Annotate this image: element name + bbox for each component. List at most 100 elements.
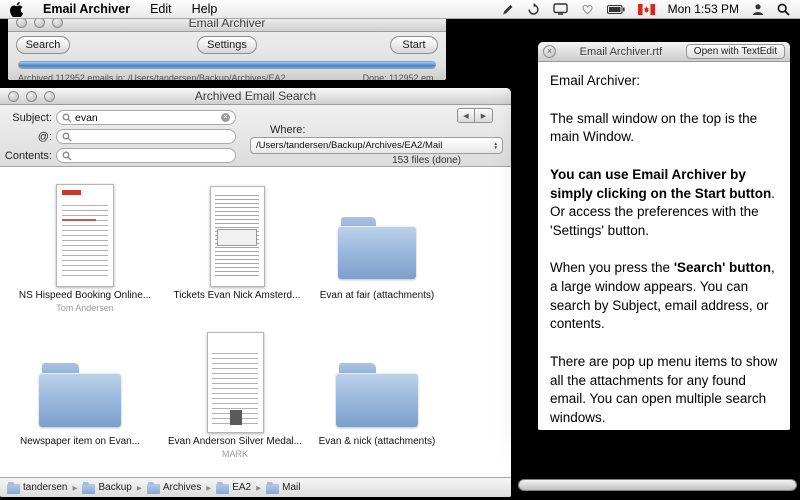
path-item[interactable]: tandersen (7, 482, 67, 494)
rtf-paragraph: There are pop up menu items to show all … (550, 353, 778, 428)
battery-icon[interactable] (607, 5, 625, 14)
window-archived-email-search: Archived Email Search Subject: × @: Cont… (0, 88, 511, 497)
file-name: NS Hispeed Booking Online... (19, 290, 151, 302)
window-email-archiver-rtf: × Email Archiver.rtf Open with TextEdit … (538, 42, 790, 430)
path-name: Mail (282, 482, 300, 493)
folder-icon (147, 484, 160, 494)
chevron-right-icon: ▶ (72, 484, 77, 492)
file-name: Evan & nick (attachments) (319, 436, 436, 448)
horizontal-scrollbar[interactable] (518, 479, 797, 491)
search-results-icon-view: NS Hispeed Booking Online... Tom Anderse… (0, 167, 511, 477)
forward-button[interactable]: ▶ (475, 108, 493, 123)
pen-tablet-icon[interactable] (501, 3, 514, 16)
file-name: Newspaper item on Evan... (20, 436, 140, 448)
search-button[interactable]: Search (16, 36, 70, 54)
file-name: Tickets Evan Nick Amsterd... (174, 290, 301, 302)
popup-arrows-icon: ▲▼ (492, 142, 500, 150)
window-title: Email Archiver.rtf (556, 46, 686, 58)
file-name: Evan at fair (attachments) (320, 290, 435, 302)
file-item[interactable]: Newspaper item on Evan... (5, 327, 155, 449)
address-input[interactable] (75, 131, 230, 143)
folder-icon (216, 484, 229, 494)
search-icon (62, 132, 72, 142)
path-name: tandersen (23, 482, 67, 493)
menu-item-app[interactable]: Email Archiver (33, 0, 140, 18)
subject-label: Subject: (0, 112, 52, 124)
archiver-content: Search Settings Start Archived 112952 em… (8, 32, 446, 80)
files-count: 153 files (done) (392, 155, 461, 166)
apple-menu[interactable] (0, 0, 33, 18)
rtf-paragraph: Email Archiver: (550, 72, 778, 91)
folder-icon (266, 484, 279, 494)
chevron-right-icon: ▶ (206, 484, 211, 492)
folder-icon (336, 363, 418, 427)
file-item[interactable]: Tickets Evan Nick Amsterd... (162, 181, 312, 303)
search-title-bar[interactable]: Archived Email Search (0, 88, 511, 105)
chevron-right-icon: ▶ (256, 484, 261, 492)
minimize-button[interactable] (26, 91, 37, 102)
where-popup-value: /Users/tandersen/Backup/Archives/EA2/Mai… (256, 140, 492, 151)
clear-icon[interactable]: × (221, 113, 230, 122)
settings-button[interactable]: Settings (197, 36, 257, 54)
file-name: Evan Anderson Silver Medal... (168, 436, 302, 448)
address-search-field[interactable] (56, 129, 236, 144)
subject-input[interactable] (75, 112, 218, 124)
menu-bar-status-area: Mon 1:53 PM (501, 2, 800, 16)
path-name: EA2 (232, 482, 251, 493)
canada-flag-icon[interactable] (638, 4, 655, 15)
document-thumbnail (56, 184, 114, 287)
path-item[interactable]: Backup (82, 482, 131, 494)
file-item[interactable]: NS Hispeed Booking Online... Tom Anderse… (10, 181, 160, 313)
chevron-right-icon: ▶ (137, 484, 142, 492)
folder-icon (338, 217, 416, 279)
sync-icon[interactable] (527, 3, 540, 16)
where-popup-menu[interactable]: /Users/tandersen/Backup/Archives/EA2/Mai… (250, 137, 503, 154)
file-sublabel: Tom Andersen (56, 303, 114, 313)
open-with-textedit-button[interactable]: Open with TextEdit (686, 44, 785, 59)
start-button[interactable]: Start (390, 36, 438, 54)
rtf-paragraph: When you press the 'Search' button, a la… (550, 259, 778, 334)
path-name: Backup (98, 482, 131, 493)
file-sublabel: MARK (222, 449, 248, 459)
where-label: Where: (270, 124, 330, 136)
menu-bar: Email Archiver Edit Help Mon 1:53 PM (0, 0, 800, 19)
back-button[interactable]: ◀ (457, 108, 475, 123)
file-item[interactable]: Evan Anderson Silver Medal... MARK (160, 327, 310, 459)
zoom-button[interactable] (44, 91, 55, 102)
apple-icon (10, 2, 23, 17)
document-thumbnail (207, 332, 264, 433)
history-nav-buttons: ◀ ▶ (457, 108, 493, 123)
folder-icon (7, 484, 20, 494)
document-thumbnail (210, 186, 265, 287)
user-icon[interactable] (752, 3, 764, 15)
contents-input[interactable] (75, 150, 230, 162)
archive-progress-fill (19, 62, 435, 68)
menu-bar-clock[interactable]: Mon 1:53 PM (668, 2, 739, 16)
subject-search-field[interactable]: × (56, 110, 236, 125)
path-item[interactable]: Mail (266, 482, 300, 494)
close-button[interactable] (8, 91, 19, 102)
search-icon (62, 151, 72, 161)
contents-search-field[interactable] (56, 148, 236, 163)
archive-done-text: Done: 112952 em... (363, 73, 441, 80)
address-label: @: (0, 131, 52, 143)
path-item[interactable]: Archives (147, 482, 201, 494)
path-bar: tandersen ▶ Backup ▶ Archives ▶ EA2 ▶ Ma… (0, 477, 511, 497)
window-title: Archived Email Search (0, 89, 511, 103)
path-item[interactable]: EA2 (216, 482, 251, 494)
rtf-paragraph: You can use Email Archiver by simply cli… (550, 166, 778, 241)
folder-icon (39, 363, 121, 427)
archive-status-text: Archived 112952 emails in: /Users/tander… (18, 73, 288, 80)
menu-item-help[interactable]: Help (182, 0, 228, 18)
display-icon[interactable] (553, 3, 568, 15)
close-button[interactable]: × (543, 45, 556, 58)
spotlight-icon[interactable] (777, 3, 790, 16)
rtf-document-body: Email Archiver: The small window on the … (538, 62, 790, 430)
heart-icon[interactable] (581, 3, 594, 15)
rtf-paragraph: The small window on the top is the main … (550, 110, 778, 147)
file-item[interactable]: Evan & nick (attachments) (302, 327, 452, 449)
search-form: Subject: × @: Contents: ◀ ▶ Where: /User… (0, 105, 511, 167)
menu-item-edit[interactable]: Edit (140, 0, 182, 18)
rtf-title-bar[interactable]: × Email Archiver.rtf Open with TextEdit (538, 42, 790, 62)
file-item[interactable]: Evan at fair (attachments) (302, 181, 452, 303)
